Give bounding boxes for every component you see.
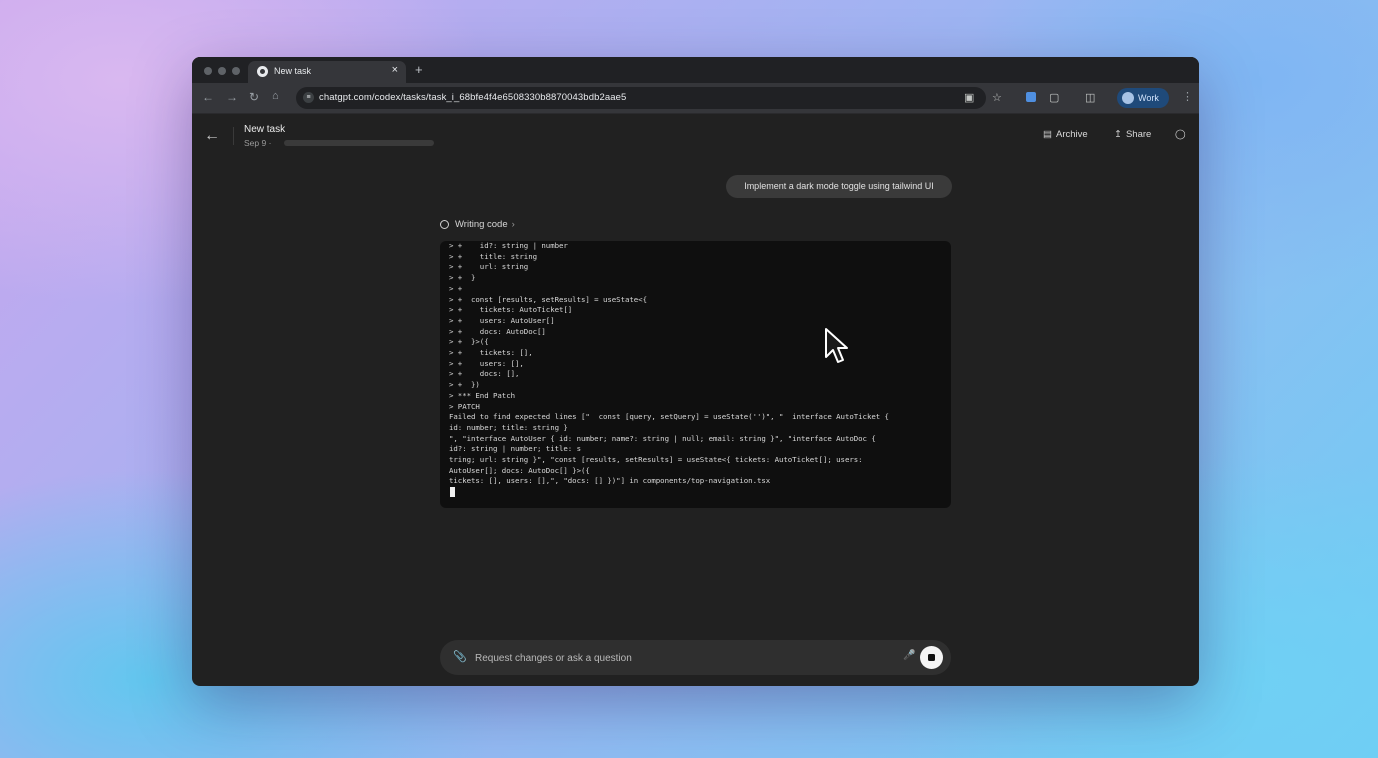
reload-icon[interactable]: ↻ (249, 90, 259, 104)
url-text: chatgpt.com/codex/tasks/task_i_68bfe4f4e… (319, 92, 627, 103)
terminal-line: AutoUser[]; docs: AutoDoc[] }>({ (449, 465, 590, 475)
archive-icon: ▤ (1043, 129, 1052, 140)
address-bar[interactable]: ≡ chatgpt.com/codex/tasks/task_i_68bfe4f… (296, 87, 986, 109)
terminal-line: > + }>({ (449, 337, 489, 347)
profile-label: Work (1138, 93, 1159, 103)
terminal-line: id?: string | number; title: s (449, 444, 581, 454)
screenshot-icon[interactable]: ▣ (964, 91, 974, 104)
forward-nav-icon[interactable]: → (226, 90, 238, 104)
user-message-bubble: Implement a dark mode toggle using tailw… (726, 175, 952, 198)
terminal-line: > + tickets: [], (449, 348, 533, 358)
terminal-line: > + docs: AutoDoc[] (449, 326, 546, 336)
meta-separator: · (268, 138, 272, 148)
stop-button[interactable] (920, 646, 943, 669)
task-meta: Sep 9 · (244, 138, 271, 148)
composer-input[interactable] (473, 648, 897, 668)
terminal-output: > + id?: string | number > + title: strin… (440, 241, 951, 508)
terminal-line: > + title: string (449, 251, 537, 261)
progress-clock-icon (440, 220, 449, 229)
terminal-line: > + id?: string | number (449, 241, 568, 250)
browser-tab[interactable]: New task × (248, 61, 406, 83)
back-nav-icon[interactable]: ← (202, 90, 214, 104)
site-info-icon[interactable]: ≡ (303, 92, 314, 103)
arrow-left-icon[interactable]: ← (204, 127, 220, 145)
share-label: Share (1125, 129, 1152, 140)
terminal-line: > + const [results, setResults] = useSta… (449, 294, 647, 304)
terminal-line: > + url: string (449, 262, 529, 272)
terminal-line: Failed to find expected lines [" const [… (449, 412, 889, 422)
header-divider (233, 127, 234, 145)
terminal-line: > + }) (449, 380, 480, 390)
bell-icon[interactable]: ◯ (1175, 129, 1186, 140)
composer: 📎 🎤 (440, 640, 951, 675)
status-label: Writing code (455, 219, 508, 230)
profile-avatar (1122, 92, 1134, 104)
terminal-line: > PATCH (449, 401, 480, 411)
terminal-line: > *** End Patch (449, 390, 515, 400)
extensions-puzzle-icon[interactable]: ▢ (1049, 91, 1059, 104)
browser-window: New task × + ← → ↻ ⌂ ≡ chatgpt.com/codex… (192, 57, 1199, 686)
tab-close-button[interactable]: × (392, 64, 398, 76)
openai-favicon-icon (257, 66, 268, 77)
browser-toolbar: ← → ↻ ⌂ ≡ chatgpt.com/codex/tasks/task_i… (192, 83, 1199, 114)
terminal-line: ", "interface AutoUser { id: number; nam… (449, 433, 876, 443)
task-title: New task (244, 124, 286, 135)
redacted-repo-name (284, 140, 434, 146)
terminal-line: > + (449, 283, 463, 293)
window-close-dot[interactable] (204, 67, 212, 75)
share-button[interactable]: ↥ Share (1114, 129, 1151, 140)
archive-label: Archive (1055, 129, 1088, 140)
tab-strip: New task × + (192, 57, 1199, 83)
paperclip-icon[interactable]: 📎 (453, 650, 467, 663)
terminal-line: tickets: [], users: [],", "docs: [] })"]… (449, 476, 771, 486)
window-minimize-dot[interactable] (218, 67, 226, 75)
terminal-cursor (450, 487, 455, 497)
profile-chip[interactable]: Work (1117, 88, 1169, 108)
tab-title: New task (274, 66, 312, 76)
terminal-line: > + tickets: AutoTicket[] (449, 305, 573, 315)
mouse-pointer-icon (825, 328, 848, 363)
chevron-right-icon: › (511, 219, 515, 230)
task-date: Sep 9 (244, 138, 267, 148)
side-panel-icon[interactable]: ◫ (1085, 91, 1095, 104)
microphone-icon[interactable]: 🎤 (903, 650, 915, 661)
share-icon: ↥ (1114, 129, 1122, 140)
terminal-line: > + users: AutoUser[] (449, 315, 555, 325)
terminal-line: tring; url: string }", "const [results, … (449, 455, 863, 465)
new-tab-button[interactable]: + (415, 62, 423, 77)
extension-icon[interactable] (1026, 92, 1036, 102)
terminal-line: > + } (449, 273, 476, 283)
terminal-line: id: number; title: string } (449, 422, 568, 432)
terminal-lines: > + id?: string | number > + title: strin… (449, 241, 944, 487)
terminal-line: > + users: [], (449, 358, 524, 368)
bookmark-star-icon[interactable]: ☆ (992, 91, 1002, 104)
terminal-line: > + docs: [], (449, 369, 520, 379)
writing-code-status[interactable]: Writing code › (440, 219, 515, 230)
browser-menu-icon[interactable]: ⋮ (1182, 90, 1193, 103)
archive-button[interactable]: ▤ Archive (1043, 129, 1088, 140)
home-icon[interactable]: ⌂ (272, 90, 279, 102)
window-maximize-dot[interactable] (232, 67, 240, 75)
